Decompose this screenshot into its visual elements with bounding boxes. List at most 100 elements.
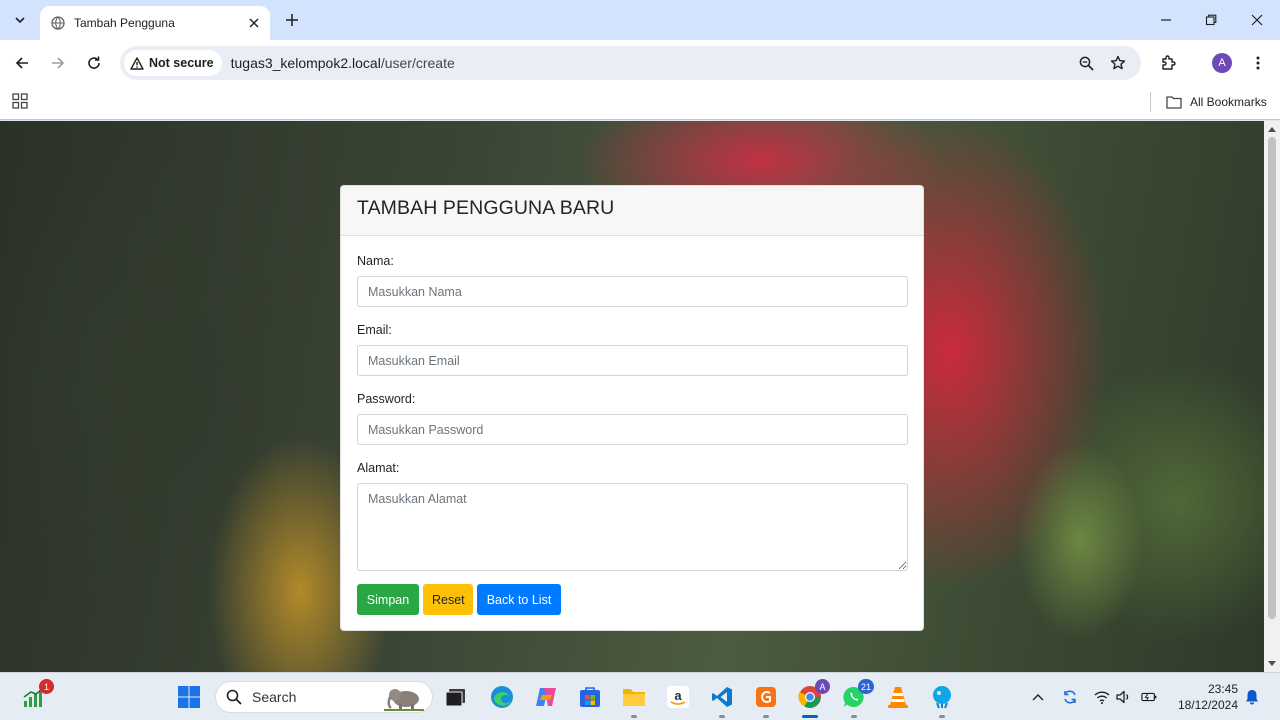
edge-button[interactable]: [488, 683, 516, 711]
arrow-left-icon: [15, 57, 28, 69]
nama-group: Nama:: [357, 254, 908, 307]
sync-icon[interactable]: [1062, 689, 1078, 705]
edge-icon: [491, 686, 513, 708]
taskbar-search[interactable]: Search: [215, 681, 433, 713]
arrow-right-icon: [52, 57, 65, 69]
address-bar[interactable]: Not secure tugas3_kelompok2.local/user/c…: [120, 46, 1141, 80]
running-indicator: [763, 715, 769, 718]
chrome-profile-badge: A: [815, 679, 830, 694]
forward-button[interactable]: [46, 51, 70, 75]
minimize-button[interactable]: [1154, 8, 1178, 32]
close-window-button[interactable]: [1245, 8, 1269, 32]
security-label: Not secure: [149, 56, 214, 70]
svg-text:a: a: [674, 688, 682, 703]
clock[interactable]: 23:45 18/12/2024: [1168, 681, 1238, 713]
vertical-scrollbar[interactable]: [1264, 121, 1280, 672]
scroll-up-arrow-icon[interactable]: [1268, 125, 1276, 133]
vlc-button[interactable]: [884, 683, 912, 711]
alamat-textarea[interactable]: [357, 483, 908, 571]
add-user-card: TAMBAH PENGGUNA BARU Nama: Email: Passwo…: [340, 185, 924, 631]
whatsapp-button[interactable]: 21: [840, 679, 874, 718]
alamat-label: Alamat:: [357, 461, 400, 475]
app-button[interactable]: [928, 683, 956, 718]
chrome-button[interactable]: A: [796, 679, 830, 718]
profile-avatar[interactable]: A: [1212, 53, 1232, 73]
reload-icon: [88, 56, 100, 69]
volume-icon[interactable]: [1116, 689, 1132, 705]
zoom-icon[interactable]: [1074, 51, 1098, 75]
vlc-cone-icon: [888, 687, 908, 708]
puzzle-icon: [1162, 55, 1176, 70]
running-indicator: [939, 715, 945, 718]
form-actions: Simpan Reset Back to List: [357, 584, 907, 615]
folder-icon: [1166, 96, 1182, 109]
search-label: Search: [252, 689, 297, 705]
tab-search-button[interactable]: [8, 8, 32, 32]
clock-date: 18/12/2024: [1177, 698, 1238, 712]
email-group: Email:: [357, 323, 908, 376]
stocks-widget[interactable]: 1: [20, 679, 54, 711]
close-tab-icon[interactable]: [246, 15, 262, 31]
copilot-icon: [536, 688, 556, 706]
start-button[interactable]: [175, 683, 203, 711]
nama-input[interactable]: [357, 276, 908, 307]
vscode-button[interactable]: [708, 683, 736, 718]
bookmarks-separator: [1150, 92, 1151, 112]
restore-button[interactable]: [1199, 8, 1223, 32]
store-button[interactable]: [576, 683, 604, 711]
running-indicator: [631, 715, 637, 718]
bookmark-star-icon[interactable]: [1106, 51, 1130, 75]
nama-label: Nama:: [357, 254, 394, 268]
chevron-down-icon: [15, 17, 25, 24]
chevron-up-icon: [1032, 694, 1044, 701]
apps-grid-icon[interactable]: [12, 93, 28, 109]
back-button[interactable]: [10, 51, 34, 75]
wps-button[interactable]: [752, 683, 780, 718]
scroll-down-arrow-icon[interactable]: [1268, 660, 1276, 668]
file-explorer-button[interactable]: [620, 683, 648, 718]
back-to-list-button[interactable]: Back to List: [477, 584, 561, 615]
clock-time: 23:45: [1207, 682, 1238, 696]
amazon-button[interactable]: a: [664, 683, 692, 711]
menu-button[interactable]: [1246, 51, 1270, 75]
copilot-button[interactable]: [532, 683, 560, 711]
email-input[interactable]: [357, 345, 908, 376]
scrollbar-thumb[interactable]: [1268, 137, 1276, 619]
extensions-button[interactable]: [1157, 51, 1181, 75]
reload-button[interactable]: [82, 51, 106, 75]
password-group: Password:: [357, 392, 908, 445]
stocks-badge: 1: [39, 679, 54, 694]
more-vertical-icon: [1256, 56, 1260, 70]
browser-toolbar: Not secure tugas3_kelompok2.local/user/c…: [0, 40, 1280, 86]
card-body: Nama: Email: Password: Alamat: Simpan Re…: [341, 236, 923, 615]
battery-icon[interactable]: [1141, 689, 1157, 705]
vscode-icon: [712, 687, 732, 707]
store-icon: [580, 687, 600, 707]
tab-title: Tambah Pengguna: [74, 16, 175, 30]
task-view-icon: [445, 689, 465, 707]
url-text: tugas3_kelompok2.local/user/create: [231, 55, 455, 71]
wps-office-icon: [756, 687, 776, 707]
taskbar: 1 Search a A 21 23:45 18/12/2024: [0, 672, 1280, 720]
password-input[interactable]: [357, 414, 908, 445]
password-label: Password:: [357, 392, 416, 406]
folder-icon: [623, 689, 645, 706]
notifications-bell-icon[interactable]: [1244, 689, 1260, 705]
new-tab-button[interactable]: [282, 10, 302, 30]
active-indicator: [802, 715, 818, 718]
all-bookmarks-button[interactable]: All Bookmarks: [1166, 92, 1267, 112]
page-title: TAMBAH PENGGUNA BARU: [357, 197, 615, 219]
active-tab[interactable]: Tambah Pengguna: [40, 6, 270, 40]
search-icon: [226, 689, 242, 705]
security-chip[interactable]: Not secure: [124, 50, 222, 76]
card-header: TAMBAH PENGGUNA BARU: [341, 186, 923, 236]
warning-icon: [130, 56, 144, 70]
wifi-icon[interactable]: [1094, 689, 1110, 705]
windows-logo-icon: [178, 686, 200, 708]
simpan-button[interactable]: Simpan: [357, 584, 419, 615]
reset-button[interactable]: Reset: [423, 584, 473, 615]
task-view-button[interactable]: [442, 683, 470, 711]
alamat-group: Alamat:: [357, 461, 908, 571]
show-hidden-icons-button[interactable]: [1030, 689, 1046, 705]
email-label: Email:: [357, 323, 392, 337]
